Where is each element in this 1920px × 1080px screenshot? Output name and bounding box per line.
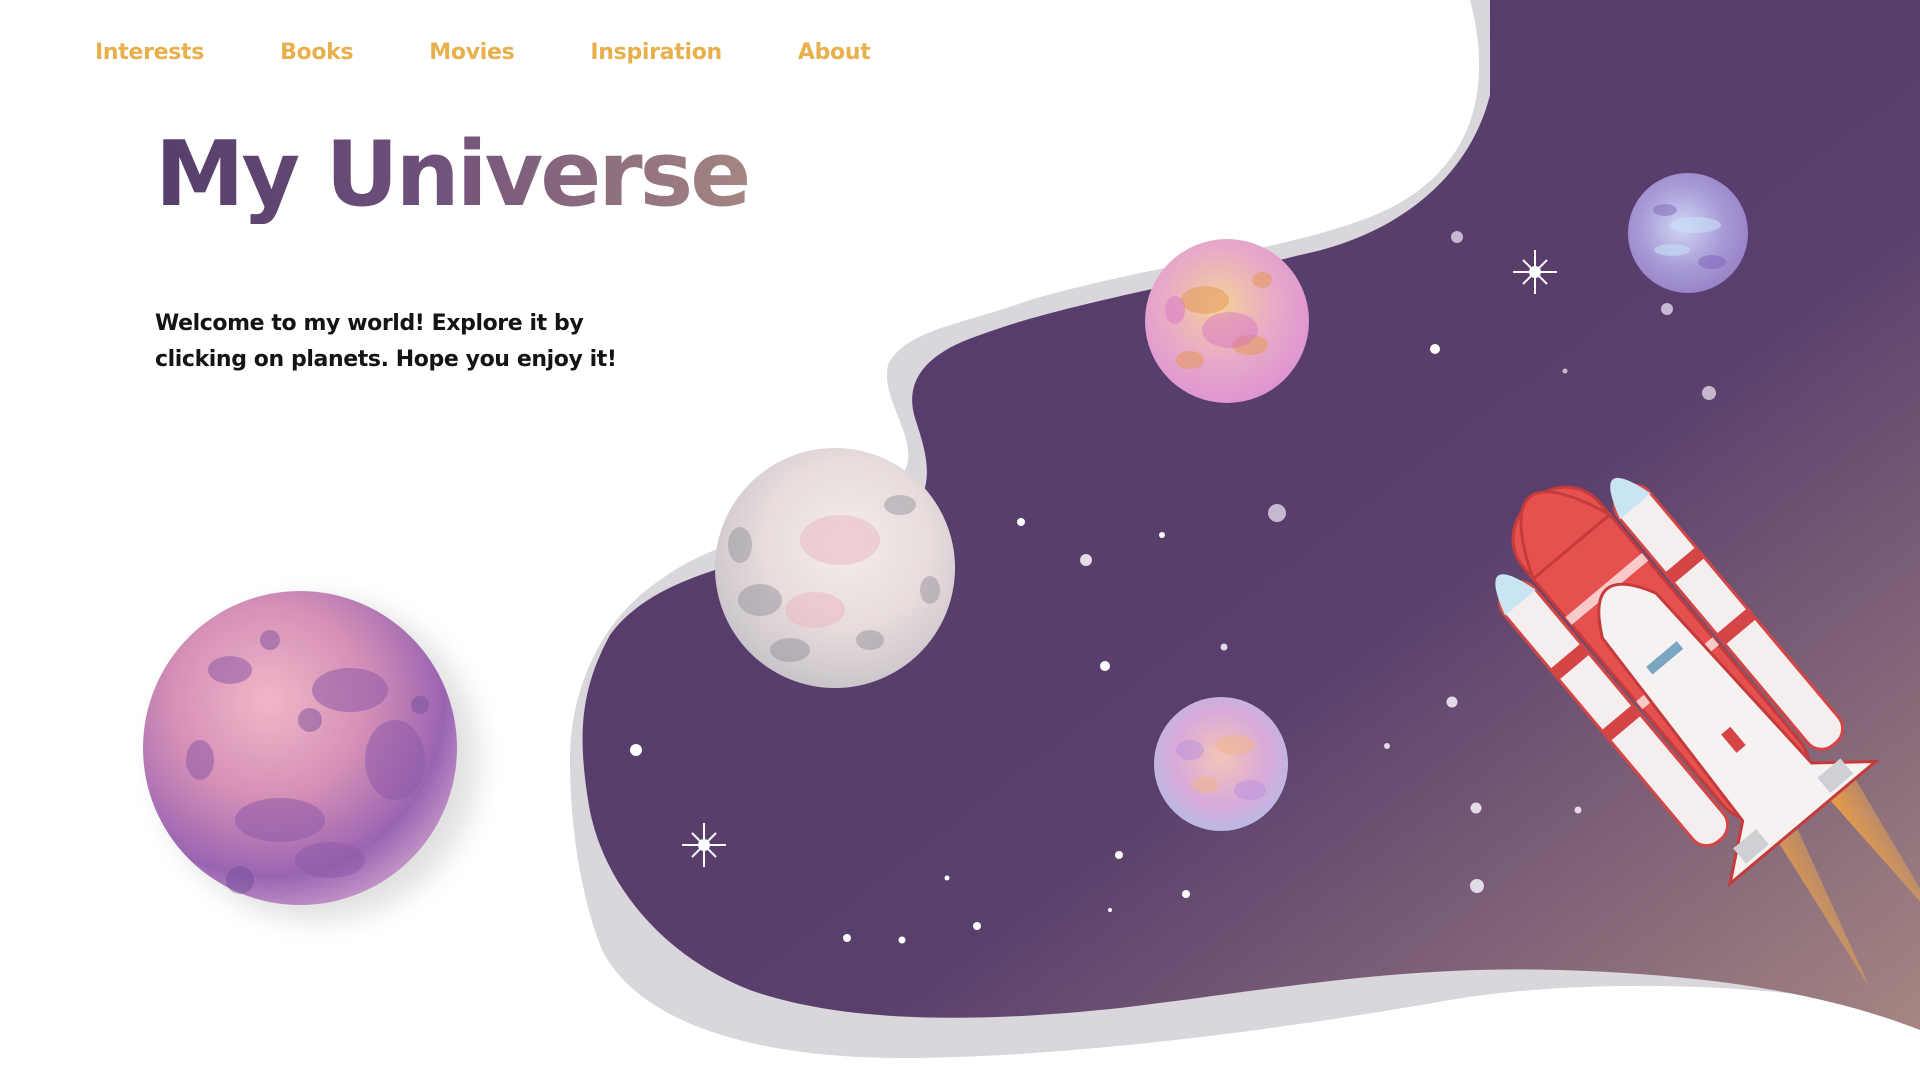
star-dot — [1108, 908, 1112, 912]
nav-item-movies[interactable]: Movies — [429, 40, 514, 65]
planet-icon[interactable] — [1628, 173, 1748, 293]
star-dot — [1220, 643, 1228, 651]
star-dot — [1384, 743, 1390, 749]
nav-item-books[interactable]: Books — [280, 40, 354, 65]
star-dot — [1661, 303, 1673, 315]
star-dot — [1446, 696, 1458, 708]
star-dot — [898, 936, 906, 944]
star-dot — [944, 875, 950, 881]
star-dot — [1574, 806, 1582, 814]
star-dot — [1115, 851, 1123, 859]
nav-item-about[interactable]: About — [798, 40, 871, 65]
nav-item-inspiration[interactable]: Inspiration — [590, 40, 722, 65]
main-nav: Interests Books Movies Inspiration About — [95, 40, 946, 65]
star-dot — [1470, 802, 1482, 814]
star-dot — [1268, 504, 1286, 522]
star-dot — [1159, 532, 1165, 538]
planet-icon[interactable] — [715, 448, 955, 688]
star-dot — [630, 744, 642, 756]
star-dot — [1702, 386, 1716, 400]
star-dot — [1017, 518, 1025, 526]
star-dot — [1562, 368, 1568, 374]
star-dot — [1451, 231, 1463, 243]
planet-icon[interactable] — [1145, 239, 1309, 403]
planet-icon[interactable] — [143, 591, 478, 920]
welcome-text: Welcome to my world! Explore it by click… — [155, 311, 617, 372]
star-dot — [1182, 890, 1190, 898]
star-dot — [843, 934, 851, 942]
nav-item-interests[interactable]: Interests — [95, 40, 204, 65]
star-dot — [1100, 661, 1110, 671]
star-dot — [1430, 344, 1440, 354]
page-title: My Universe — [155, 122, 751, 227]
planet-icon[interactable] — [1154, 697, 1288, 831]
star-dot — [1080, 554, 1092, 566]
star-dot — [973, 922, 981, 930]
star-dot — [1470, 879, 1484, 893]
